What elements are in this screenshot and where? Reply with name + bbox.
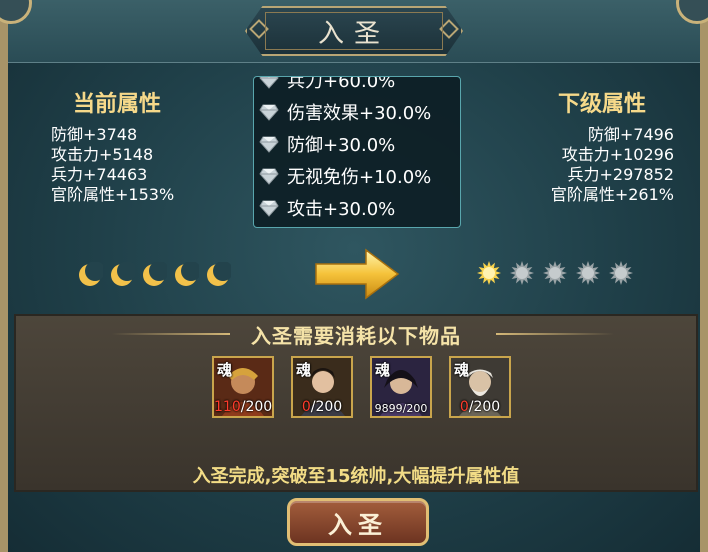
- consume-panel: 入圣需要消耗以下物品 魂 110/200 魂 0/200 魂 9899/200 …: [14, 314, 698, 492]
- title-frame: 入圣: [265, 12, 443, 50]
- soul-item-slot[interactable]: 魂 110/200: [212, 356, 274, 418]
- current-attr-line: 攻击力+5148: [51, 145, 154, 164]
- bonus-text: 伤害效果+30.0%: [287, 103, 432, 124]
- current-attributes-heading: 当前属性: [73, 92, 162, 117]
- frame-corner-ornament: [0, 0, 32, 24]
- current-rank-moons: [77, 262, 237, 288]
- bonus-text: 兵力+60.0%: [287, 76, 396, 92]
- item-count: 0/200: [293, 399, 351, 415]
- next-attr-line: 兵力+297852: [567, 165, 675, 184]
- bonus-list: 兵力+60.0% 伤害效果+30.0% 防御+30.0% 无视免伤+10.0% …: [254, 76, 431, 224]
- diamond-icon: [259, 168, 279, 185]
- bonus-text: 防御+30.0%: [287, 135, 396, 156]
- soul-label: 魂: [454, 361, 470, 379]
- page-title: 入圣: [317, 18, 390, 49]
- next-attr-line: 攻击力+10296: [561, 145, 674, 164]
- ascend-button[interactable]: 入圣: [287, 498, 429, 546]
- next-attributes: 下级属性 防御+7496 攻击力+10296 兵力+297852 官阶属性+26…: [551, 92, 674, 205]
- next-rank-stars: [475, 259, 635, 287]
- item-have: 110: [214, 399, 241, 415]
- diamond-icon: [259, 136, 279, 153]
- crescent-moon-icon: [79, 262, 103, 286]
- sun-star-icon: [576, 261, 600, 285]
- sun-star-icon: [477, 261, 501, 285]
- item-need: /200: [468, 399, 501, 415]
- soul-label: 魂: [217, 361, 233, 379]
- item-count: 110/200: [214, 399, 272, 415]
- bonus-row: 兵力+60.0%: [254, 76, 431, 96]
- next-attributes-heading: 下级属性: [557, 92, 646, 117]
- crescent-moon-icon: [143, 262, 167, 286]
- diamond-icon: [259, 77, 279, 89]
- soul-item-slot[interactable]: 魂 0/200: [449, 356, 511, 418]
- arrow-right-icon: [315, 248, 400, 300]
- diamond-icon: [259, 200, 279, 217]
- current-attr-line: 兵力+74463: [51, 165, 148, 184]
- bonus-list-panel[interactable]: 兵力+60.0% 伤害效果+30.0% 防御+30.0% 无视免伤+10.0% …: [253, 76, 461, 228]
- crescent-moon-icon: [175, 262, 199, 286]
- bonus-row: 防御+30.0%: [254, 128, 431, 160]
- current-attributes: 当前属性 防御+3748 攻击力+5148 兵力+74463 官阶属性+153%: [51, 92, 174, 205]
- bonus-row: 伤害效果+30.0%: [254, 96, 431, 128]
- bonus-row: 无视免伤+10.0%: [254, 160, 431, 192]
- crescent-moon-icon: [207, 262, 231, 286]
- next-attr-line: 官阶属性+261%: [550, 185, 674, 204]
- soul-label: 魂: [296, 361, 312, 379]
- item-have: 0: [459, 399, 469, 415]
- sun-star-icon: [543, 261, 567, 285]
- bonus-row: 攻击+30.0%: [254, 192, 431, 224]
- sun-star-icon: [609, 261, 633, 285]
- soul-item-slot[interactable]: 魂 0/200: [291, 356, 353, 418]
- crescent-moon-icon: [111, 262, 135, 286]
- item-need: /200: [402, 402, 428, 415]
- item-have: 0: [301, 399, 311, 415]
- item-need: /200: [310, 399, 343, 415]
- sun-star-icon: [510, 261, 534, 285]
- item-count: 9899/200: [372, 402, 430, 415]
- required-items: 魂 110/200 魂 0/200 魂 9899/200 魂 0/200: [212, 356, 511, 418]
- diamond-icon: [259, 104, 279, 121]
- bonus-text: 无视免伤+10.0%: [287, 167, 432, 188]
- frame-corner-ornament: [676, 0, 708, 24]
- divider: [496, 333, 614, 335]
- bonus-text: 攻击+30.0%: [287, 199, 396, 220]
- item-count: 0/200: [451, 399, 509, 415]
- item-have: 9899: [374, 402, 403, 415]
- item-need: /200: [240, 399, 273, 415]
- soul-label: 魂: [375, 361, 391, 379]
- current-attr-line: 官阶属性+153%: [51, 185, 175, 204]
- current-attr-line: 防御+3748: [51, 125, 138, 144]
- next-attr-line: 防御+7496: [587, 125, 674, 144]
- soul-item-slot[interactable]: 魂 9899/200: [370, 356, 432, 418]
- consume-note: 入圣完成,突破至15统帅,大幅提升属性值: [192, 466, 520, 487]
